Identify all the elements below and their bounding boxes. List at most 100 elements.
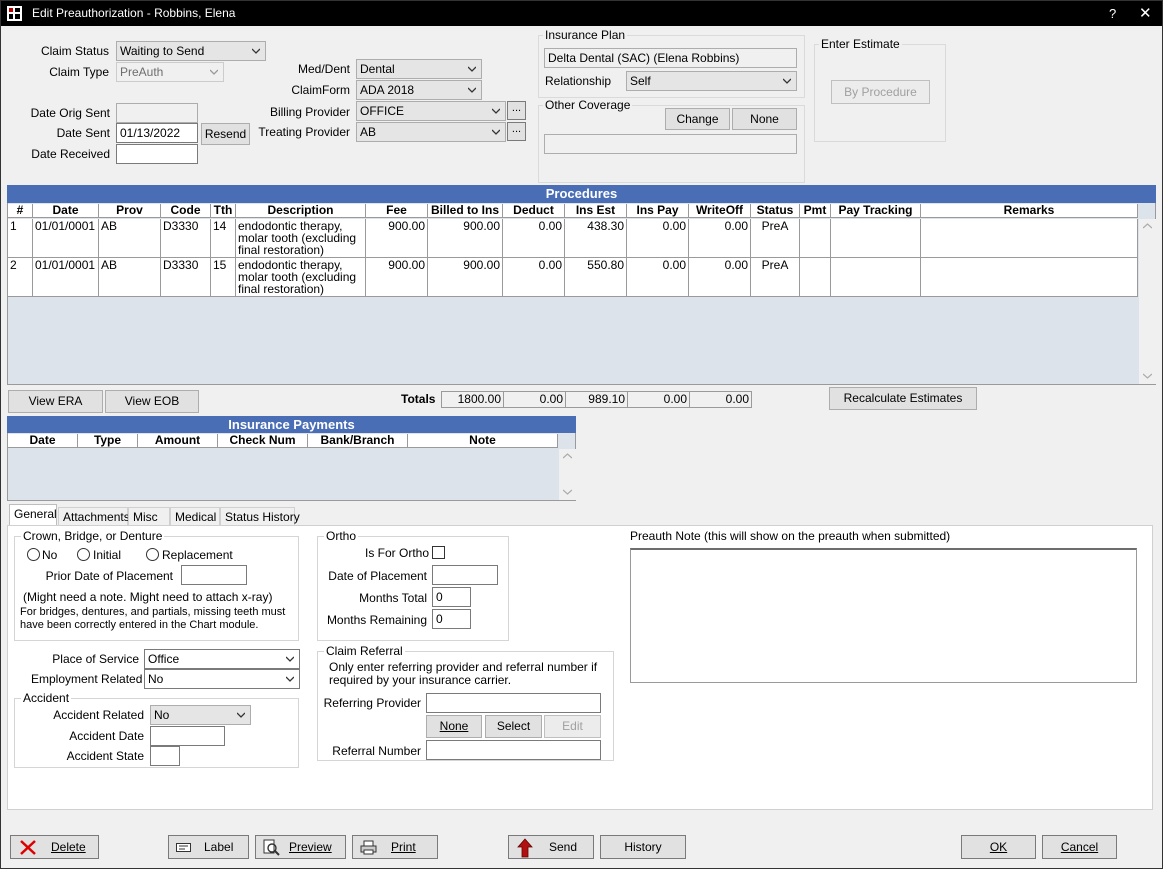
prior-date-field[interactable] (181, 565, 247, 585)
ortho-placement-field[interactable] (432, 565, 498, 585)
relationship-select[interactable]: Self (626, 71, 797, 91)
referring-provider-field[interactable] (426, 693, 601, 713)
procedures-col-inspay[interactable]: Ins Pay (627, 204, 689, 218)
table-row[interactable]: 2 01/01/0001 AB D3330 15 endodontic therapy, … (8, 258, 1138, 297)
change-coverage-button[interactable]: Change (665, 108, 730, 130)
treating-provider-pick-button[interactable]: ... (507, 122, 526, 141)
months-remaining-field[interactable]: 0 (432, 609, 471, 629)
procedures-col-fee[interactable]: Fee (366, 204, 428, 218)
label-icon (176, 843, 191, 852)
payments-col-1[interactable]: Type (78, 434, 138, 448)
billing-provider-pick-button[interactable]: ... (507, 101, 526, 120)
procedures-col-desc[interactable]: Description (236, 204, 366, 218)
payments-col-0[interactable]: Date (8, 434, 78, 448)
accident-date-field[interactable] (150, 726, 225, 746)
accident-related-value: No (154, 708, 170, 722)
date-received-field[interactable] (116, 144, 198, 164)
billing-provider-select[interactable]: OFFICE (356, 101, 506, 121)
payments-col-4[interactable]: Bank/Branch (308, 434, 408, 448)
close-button[interactable]: ✕ (1139, 4, 1152, 22)
delete-label: Delete (51, 840, 86, 854)
procedures-col-pmt[interactable]: Pmt (800, 204, 831, 218)
procedures-col-writeoff[interactable]: WriteOff (689, 204, 751, 218)
total-writeoff: 0.00 (689, 391, 752, 408)
history-button[interactable]: History (600, 835, 686, 859)
crown-no-radio[interactable] (27, 548, 40, 561)
tab-attachments[interactable]: Attachments (58, 507, 130, 525)
med-dent-value: Dental (360, 62, 395, 76)
ok-button[interactable]: OK (961, 835, 1036, 859)
procedures-col-tth[interactable]: Tth (211, 204, 236, 218)
claim-status-select[interactable]: Waiting to Send (116, 41, 266, 61)
scroll-up-icon[interactable] (1143, 223, 1152, 229)
procedures-col-code[interactable]: Code (161, 204, 211, 218)
procedures-scrollbar[interactable] (1139, 219, 1156, 384)
chevron-down-icon (286, 676, 294, 682)
cancel-button[interactable]: Cancel (1042, 835, 1117, 859)
treating-provider-select[interactable]: AB (356, 122, 506, 142)
referral-select-button[interactable]: Select (485, 715, 542, 738)
payments-scrollbar[interactable] (559, 449, 576, 500)
payments-col-3[interactable]: Check Num (218, 434, 308, 448)
label-button[interactable]: Label (168, 835, 249, 859)
scroll-down-icon[interactable] (1143, 373, 1152, 379)
claimform-select[interactable]: ADA 2018 (356, 80, 482, 100)
employment-related-select[interactable]: No (144, 669, 300, 689)
window-title: Edit Preauthorization - Robbins, Elena (32, 6, 236, 20)
accident-state-field[interactable] (150, 746, 180, 766)
referral-number-label: Referral Number (332, 744, 421, 758)
payments-col-5[interactable]: Note (408, 434, 558, 448)
crown-replacement-radio[interactable] (146, 548, 159, 561)
procedures-col-prov[interactable]: Prov (99, 204, 161, 218)
procedures-col-num[interactable]: # (8, 204, 33, 218)
tab-general[interactable]: General (9, 504, 57, 525)
cell-billed: 900.00 (428, 219, 503, 257)
cell-insest: 550.80 (565, 258, 627, 296)
view-era-button[interactable]: View ERA (8, 390, 103, 413)
billing-provider-value: OFFICE (360, 104, 404, 118)
send-button[interactable]: Send (508, 835, 594, 859)
scroll-down-icon[interactable] (563, 489, 572, 495)
table-row[interactable]: 1 01/01/0001 AB D3330 14 endodontic therapy, … (8, 219, 1138, 258)
tab-misc[interactable]: Misc (128, 507, 170, 525)
recalculate-estimates-button[interactable]: Recalculate Estimates (829, 387, 977, 410)
med-dent-select[interactable]: Dental (356, 59, 482, 79)
tab-medical[interactable]: Medical (170, 507, 220, 525)
claimform-label: ClaimForm (291, 83, 350, 97)
procedures-col-paytrack[interactable]: Pay Tracking (831, 204, 921, 218)
place-of-service-select[interactable]: Office (144, 649, 300, 669)
preauth-note-textarea[interactable] (630, 548, 1137, 683)
print-button[interactable]: Print (352, 835, 438, 859)
resend-button[interactable]: Resend (201, 123, 250, 145)
help-button[interactable]: ? (1109, 6, 1116, 21)
procedures-col-billed[interactable]: Billed to Ins (428, 204, 503, 218)
procedures-col-deduct[interactable]: Deduct (503, 204, 565, 218)
crown-initial-radio[interactable] (77, 548, 90, 561)
procedures-col-date[interactable]: Date (33, 204, 99, 218)
cell-fee: 900.00 (366, 258, 428, 296)
procedures-col-remarks[interactable]: Remarks (921, 204, 1138, 218)
preview-button[interactable]: Preview (255, 835, 346, 859)
procedures-col-status[interactable]: Status (751, 204, 800, 218)
relationship-label: Relationship (545, 74, 612, 88)
accident-title: Accident (21, 691, 72, 705)
scroll-up-icon[interactable] (563, 453, 572, 459)
delete-button[interactable]: Delete (10, 835, 99, 859)
by-procedure-button[interactable]: By Procedure (831, 80, 930, 104)
months-remaining-label: Months Remaining (326, 613, 427, 627)
claim-referral-title: Claim Referral (324, 644, 405, 658)
is-for-ortho-checkbox[interactable] (432, 546, 445, 559)
months-total-field[interactable]: 0 (432, 587, 471, 607)
accident-related-select[interactable]: No (150, 705, 251, 725)
tab-status-history[interactable]: Status History (220, 507, 300, 525)
claim-type-select: PreAuth (116, 62, 224, 82)
payments-col-2[interactable]: Amount (138, 434, 218, 448)
view-eob-button[interactable]: View EOB (105, 390, 199, 413)
referral-edit-button[interactable]: Edit (544, 715, 601, 738)
none-coverage-button[interactable]: None (732, 108, 797, 130)
date-sent-field[interactable]: 01/13/2022 (116, 123, 198, 143)
referral-number-field[interactable] (426, 740, 601, 760)
procedures-col-insest[interactable]: Ins Est (565, 204, 627, 218)
referral-none-button[interactable]: None (426, 715, 482, 738)
preauth-note-label: Preauth Note (this will show on the prea… (630, 529, 951, 543)
